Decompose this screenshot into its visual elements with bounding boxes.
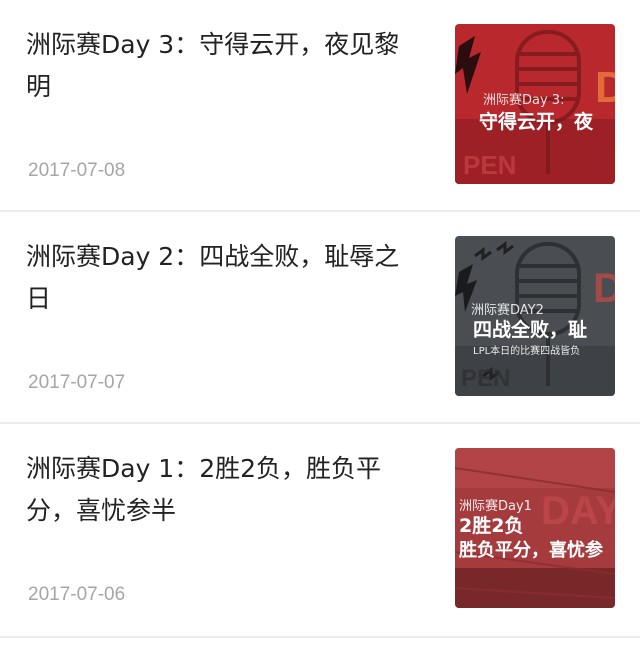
thumb-big-text: 2胜2负 (459, 514, 523, 537)
article-date: 2017-07-06 (28, 584, 126, 605)
article-item-day2[interactable]: 洲际赛Day 2：四战全败，耻辱之日 2017-07-07 D 洲际赛DAY2 … (0, 212, 640, 424)
article-item-day1[interactable]: 洲际赛Day 1：2胜2负，胜负平分，喜忧参半 2017-07-06 DAY 洲… (0, 424, 640, 638)
article-thumbnail[interactable]: D 洲际赛DAY2 四战全败，耻 LPL本日的比赛四战皆负 PEN (455, 236, 615, 396)
article-thumbnail[interactable]: D 洲际赛Day 3: 守得云开，夜 PEN (455, 24, 615, 184)
article-date: 2017-07-07 (28, 372, 126, 393)
thumb-small-text: 洲际赛DAY2 (471, 302, 544, 318)
thumb-big-text: 守得云开，夜 (479, 110, 594, 133)
article-title[interactable]: 洲际赛Day 2：四战全败，耻辱之日 (26, 236, 421, 320)
thumb-corner-text: D (593, 264, 615, 311)
thumb-big2-text: 胜负平分，喜忧参 (459, 539, 604, 561)
article-thumbnail[interactable]: DAY 洲际赛Day1 2胜2负 胜负平分，喜忧参 (455, 448, 615, 608)
article-item-day3[interactable]: 洲际赛Day 3：守得云开，夜见黎明 2017-07-08 D 洲际赛Day 3… (0, 0, 640, 212)
article-title[interactable]: 洲际赛Day 1：2胜2负，胜负平分，喜忧参半 (26, 448, 421, 532)
thumb-sub-text: LPL本日的比赛四战皆负 (473, 344, 580, 357)
thumb-corner-text: DAY (541, 489, 615, 533)
thumb-big-text: 四战全败，耻 (473, 318, 587, 341)
svg-text:PEN: PEN (461, 365, 510, 392)
article-date: 2017-07-08 (28, 160, 126, 181)
thumb-small-text: 洲际赛Day1 (459, 498, 532, 514)
svg-text:PEN: PEN (463, 150, 516, 180)
article-list: 洲际赛Day 3：守得云开，夜见黎明 2017-07-08 D 洲际赛Day 3… (0, 0, 640, 638)
thumb-corner-text: D (595, 63, 615, 112)
article-title[interactable]: 洲际赛Day 3：守得云开，夜见黎明 (26, 24, 421, 108)
thumb-small-text: 洲际赛Day 3: (483, 92, 564, 108)
